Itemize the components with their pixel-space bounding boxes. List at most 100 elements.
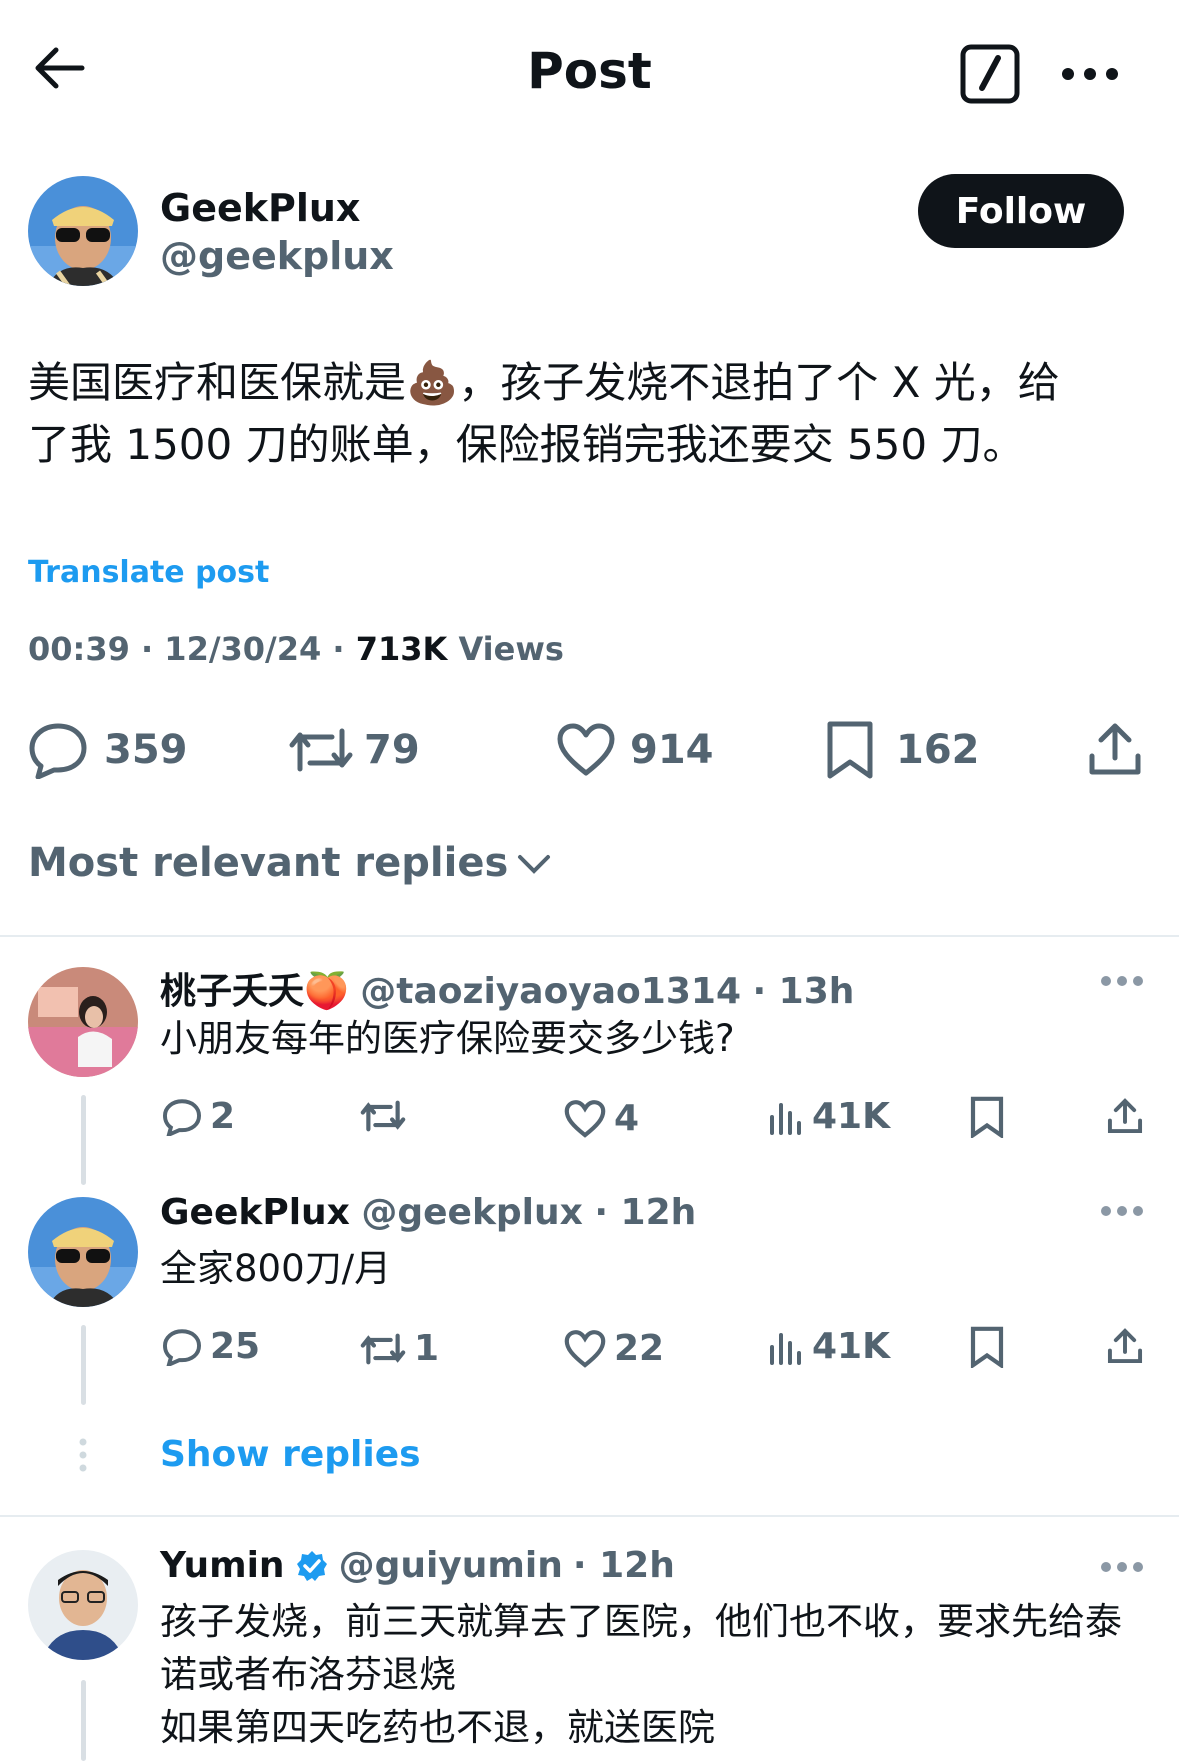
reply-text: 小朋友每年的医疗保险要交多少钱? <box>160 1017 735 1060</box>
reply-header: 桃子夭夭🍑 @taoziyaoyao1314 · 13h <box>160 962 854 1014</box>
follow-button[interactable]: Follow <box>918 174 1124 248</box>
post-meta: 00:39 · 12/30/24 · 713K Views <box>28 630 564 668</box>
bookmark-icon <box>970 1096 1004 1138</box>
avatar[interactable] <box>28 176 138 286</box>
author-handle[interactable]: @geekplux <box>160 234 394 278</box>
heart-icon <box>564 1329 606 1368</box>
reply-button[interactable]: 359 <box>28 720 188 780</box>
more-options-button[interactable] <box>1060 64 1120 84</box>
reply-button[interactable]: 2 <box>162 1096 235 1137</box>
post-text: 美国医疗和医保就是💩，孩子发烧不退拍了个 X 光，给 了我 1500 刀的账单，… <box>28 352 1148 476</box>
more-horizontal-icon <box>1062 68 1118 80</box>
views-label: Views <box>458 630 564 668</box>
reply-author-handle[interactable]: @taoziyaoyao1314 <box>360 971 741 1012</box>
views-count: 41K <box>812 1326 890 1367</box>
reply-text-line: 诺或者布洛芬退烧 <box>160 1653 456 1696</box>
share-button[interactable] <box>1106 1326 1144 1366</box>
like-button[interactable]: 914 <box>556 720 714 780</box>
like-count: 22 <box>614 1328 665 1369</box>
like-button[interactable]: 4 <box>564 1098 639 1139</box>
reply-button[interactable]: 25 <box>162 1326 260 1367</box>
views-button[interactable]: 41K <box>768 1326 890 1367</box>
reply-header: GeekPlux @geekplux · 12h <box>160 1192 696 1233</box>
comment-icon <box>162 1328 202 1366</box>
more-horizontal-icon <box>1101 1206 1143 1216</box>
like-count: 4 <box>614 1098 640 1139</box>
show-replies-link[interactable]: Show replies <box>160 1434 421 1475</box>
thread-line <box>81 1680 86 1761</box>
thread-more-dots <box>78 1438 88 1472</box>
views-count: 713K <box>355 630 448 668</box>
bookmark-button[interactable] <box>970 1326 1004 1368</box>
share-button[interactable] <box>1086 720 1144 778</box>
post-text-line: 美国医疗和医保就是💩，孩子发烧不退拍了个 X 光，给 <box>28 358 1060 407</box>
share-icon <box>1089 723 1141 775</box>
reply-author-name[interactable]: 桃子夭夭🍑 <box>160 971 349 1012</box>
reply-text-line: 如果第四天吃药也不退，就送医院 <box>160 1706 715 1749</box>
bookmark-count: 162 <box>896 727 980 773</box>
reply-count: 2 <box>210 1096 236 1137</box>
author-name[interactable]: GeekPlux <box>160 186 360 230</box>
bookmark-button[interactable]: 162 <box>826 720 980 780</box>
share-button[interactable] <box>1106 1096 1144 1136</box>
reply-author-handle[interactable]: @geekplux <box>361 1192 583 1233</box>
views-count: 41K <box>812 1096 890 1137</box>
repost-icon <box>360 1333 406 1364</box>
reply-sort-dropdown[interactable]: Most relevant replies <box>28 840 552 886</box>
analytics-icon <box>770 1102 801 1135</box>
verified-badge-icon <box>296 1550 327 1581</box>
reply-avatar[interactable] <box>28 1197 138 1307</box>
meta-separator: · <box>332 630 345 668</box>
reply-author-name[interactable]: GeekPlux <box>160 1192 350 1233</box>
views-button[interactable]: 41K <box>768 1096 890 1137</box>
comment-icon <box>29 723 87 779</box>
reply-avatar[interactable] <box>28 1550 138 1660</box>
reply-count: 359 <box>104 727 188 773</box>
thread-line <box>81 1325 86 1405</box>
translate-link[interactable]: Translate post <box>28 555 269 590</box>
meta-separator: · <box>141 630 154 668</box>
chevron-down-icon <box>518 855 551 874</box>
reply-author-handle[interactable]: @guiyumin <box>339 1545 563 1586</box>
more-horizontal-icon <box>1101 1562 1143 1572</box>
comment-icon <box>162 1098 202 1136</box>
analytics-icon <box>770 1332 801 1365</box>
heart-icon <box>557 723 615 776</box>
repost-icon <box>289 728 353 772</box>
edit-button[interactable] <box>960 44 1020 104</box>
bookmark-icon <box>827 721 873 779</box>
heart-icon <box>564 1099 606 1138</box>
share-icon <box>1107 1098 1143 1134</box>
repost-count: 79 <box>364 727 420 773</box>
reply-avatar[interactable] <box>28 967 138 1077</box>
bookmark-button[interactable] <box>970 1096 1004 1138</box>
divider <box>0 935 1179 937</box>
repost-button[interactable]: 79 <box>288 720 420 780</box>
reply-header: Yumin @guiyumin · 12h <box>160 1545 675 1586</box>
repost-button[interactable]: 1 <box>360 1328 439 1369</box>
reply-time: · 13h <box>752 971 855 1012</box>
post-time: 00:39 <box>28 630 130 668</box>
repost-button[interactable] <box>360 1098 414 1134</box>
reply-time: · 12h <box>572 1545 675 1586</box>
reply-more-button[interactable] <box>1100 1560 1144 1574</box>
post-date: 12/30/24 <box>164 630 322 668</box>
reply-time: · 12h <box>594 1192 697 1233</box>
post-text-line: 了我 1500 刀的账单，保险报销完我还要交 550 刀。 <box>28 420 1025 469</box>
repost-count: 1 <box>414 1328 440 1369</box>
more-horizontal-icon <box>1101 976 1143 986</box>
divider <box>0 1515 1179 1517</box>
reply-author-name[interactable]: Yumin <box>160 1545 285 1586</box>
reply-text: 全家800刀/月 <box>160 1247 392 1290</box>
like-count: 914 <box>630 727 714 773</box>
reply-text: 孩子发烧，前三天就算去了医院，他们也不收，要求先给泰 诺或者布洛芬退烧 如果第四… <box>160 1595 1160 1754</box>
reply-more-button[interactable] <box>1100 1204 1144 1218</box>
reply-text-line: 孩子发烧，前三天就算去了医院，他们也不收，要求先给泰 <box>160 1600 1122 1643</box>
like-button[interactable]: 22 <box>564 1328 664 1369</box>
bookmark-icon <box>970 1326 1004 1368</box>
share-icon <box>1107 1328 1143 1364</box>
reply-more-button[interactable] <box>1100 974 1144 988</box>
reply-count: 25 <box>210 1326 261 1367</box>
compose-icon <box>960 44 1020 104</box>
thread-line <box>81 1095 86 1185</box>
